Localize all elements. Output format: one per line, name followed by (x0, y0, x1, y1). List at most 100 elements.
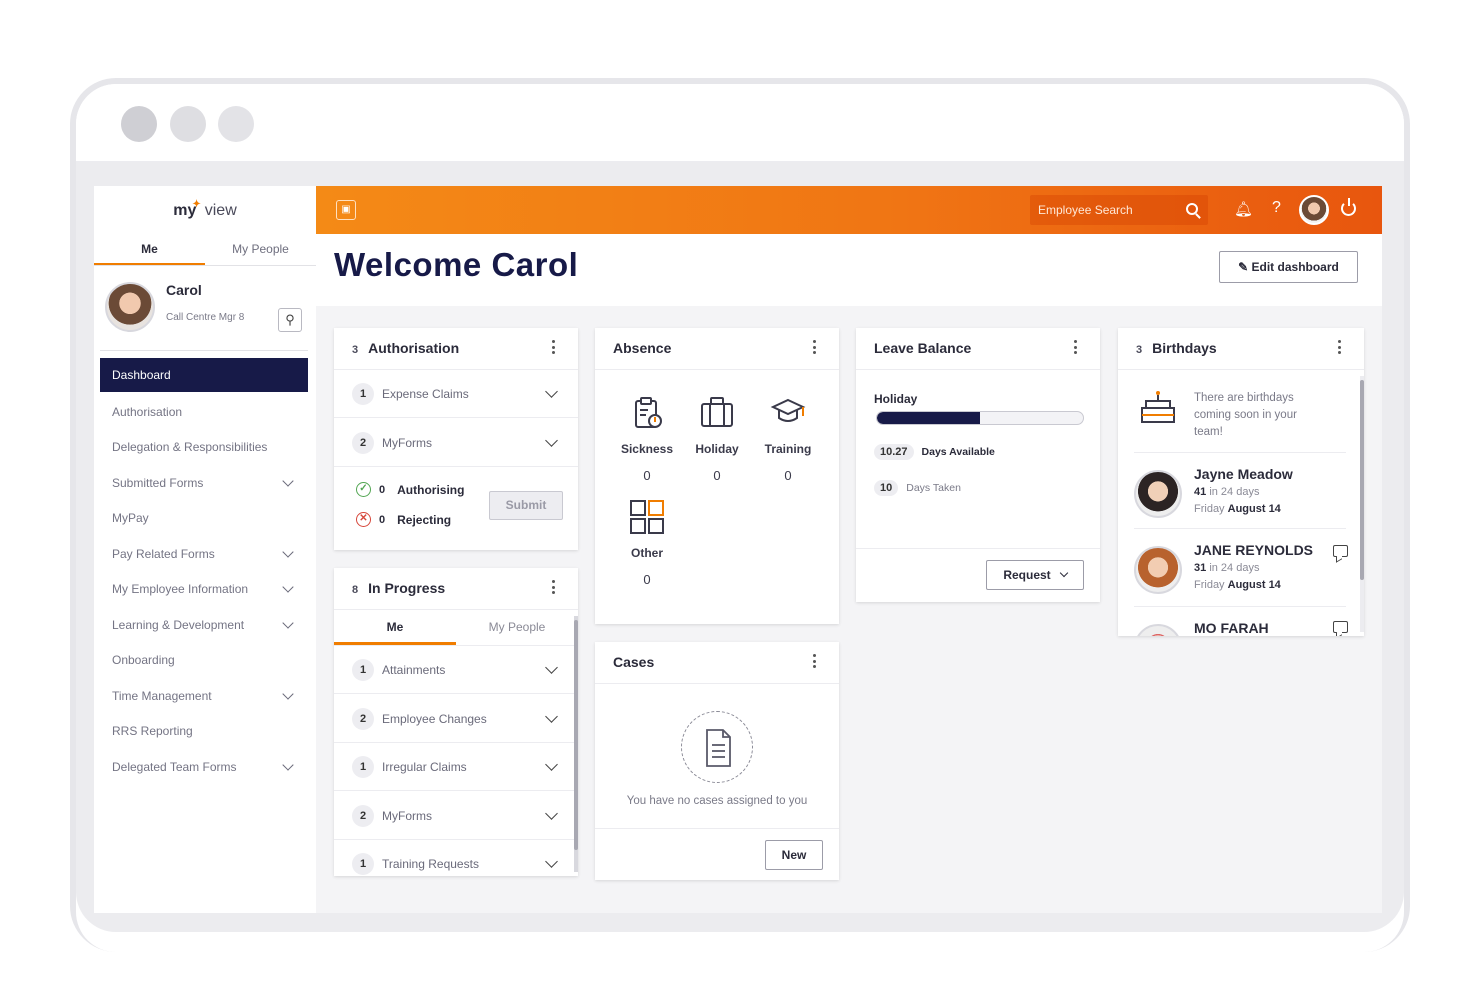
page-title: Welcome Carol (334, 246, 579, 283)
sidebar-tab-me[interactable]: Me (94, 240, 205, 266)
window-minimize-dot[interactable] (170, 106, 206, 142)
list-item[interactable]: 1 Expense Claims (334, 370, 578, 418)
item-label: Expense Claims (382, 386, 469, 401)
tab-my-people[interactable]: My People (456, 610, 578, 645)
kebab-menu-icon[interactable] (1338, 340, 1342, 356)
list-item[interactable]: 1 Training Requests (334, 840, 578, 876)
sidebar-item-employee-information[interactable]: My Employee Information (100, 572, 308, 608)
search-icon[interactable] (1186, 203, 1198, 215)
sidebar-item-time-management[interactable]: Time Management (100, 678, 308, 714)
window-close-dot[interactable] (121, 106, 157, 142)
submit-button[interactable]: Submit (489, 491, 563, 520)
sidebar-item-label: Delegated Team Forms (112, 759, 237, 774)
list-item[interactable]: 1 Attainments (334, 646, 578, 694)
edit-dashboard-label: Edit dashboard (1251, 260, 1339, 274)
list-item[interactable]: Jayne Meadow 41 in 24 days Friday August… (1134, 462, 1364, 534)
holiday-label: Holiday (874, 392, 918, 406)
kebab-menu-icon[interactable] (552, 340, 556, 356)
days-available: 10.27 Days Available (874, 444, 995, 460)
tab-me[interactable]: Me (334, 610, 456, 645)
absence-label: Holiday (695, 442, 739, 456)
sidebar-item-dashboard[interactable]: Dashboard (100, 358, 308, 392)
absence-holiday[interactable]: Holiday 0 (682, 394, 752, 483)
sidebar-tab-my-people[interactable]: My People (205, 240, 316, 266)
top-bar: ▣ 🔔︎ ? (316, 186, 1382, 234)
person-name: Jayne Meadow (1194, 466, 1293, 482)
kebab-menu-icon[interactable] (1074, 340, 1078, 356)
window-maximize-dot[interactable] (218, 106, 254, 142)
cases-card: Cases You have no cases assigned to you … (595, 642, 839, 880)
header-avatar[interactable] (1299, 195, 1329, 225)
chevron-down-icon (282, 475, 294, 487)
card-title: 3 Authorisation (352, 340, 460, 356)
chevron-down-icon[interactable] (545, 758, 558, 771)
kebab-menu-icon[interactable] (552, 580, 556, 596)
sidebar-item-delegated-team-forms[interactable]: Delegated Team Forms (100, 749, 308, 785)
item-count: 2 (352, 804, 374, 827)
sidebar-item-onboarding[interactable]: Onboarding (100, 643, 308, 679)
edit-dashboard-button[interactable]: ✎ Edit dashboard (1219, 251, 1358, 283)
org-chart-icon[interactable]: ⚲ (278, 308, 302, 332)
absence-other[interactable]: Other 0 (612, 498, 682, 587)
item-count: 1 (352, 658, 374, 681)
card-header: 3 Birthdays (1118, 328, 1364, 370)
birthdays-card: 3 Birthdays There are birthdays coming so… (1118, 328, 1364, 636)
item-label: Irregular Claims (382, 759, 467, 774)
sidebar-item-label: Dashboard (112, 368, 171, 382)
request-button[interactable]: Request (986, 560, 1084, 590)
sidebar-item-submitted-forms[interactable]: Submitted Forms (100, 465, 308, 501)
list-item[interactable]: MO FARAH (1134, 616, 1364, 636)
card-title: 3 Birthdays (1136, 340, 1217, 356)
card-header: Cases (595, 642, 839, 684)
avatar (1134, 470, 1182, 518)
search-input[interactable] (1030, 195, 1180, 225)
list-item[interactable]: 2 MyForms (334, 419, 578, 467)
chevron-down-icon[interactable] (545, 710, 558, 723)
sidebar-item-delegation[interactable]: Delegation & Responsibilities (100, 430, 308, 466)
chevron-down-icon[interactable] (545, 661, 558, 674)
message-icon[interactable] (1333, 621, 1348, 633)
person-name: MO FARAH (1194, 620, 1269, 636)
item-label: MyForms (382, 808, 432, 823)
card-header: Leave Balance (856, 328, 1100, 370)
scrollbar-thumb[interactable] (1360, 380, 1364, 580)
list-item[interactable]: 2 MyForms (334, 792, 578, 840)
sidebar-item-authorisation[interactable]: Authorisation (100, 394, 308, 430)
item-count: 2 (352, 431, 374, 454)
user-role: Call Centre Mgr 8 (166, 312, 245, 323)
kebab-menu-icon[interactable] (813, 340, 817, 356)
sidebar-item-rrs-reporting[interactable]: RRS Reporting (100, 714, 308, 750)
chevron-down-icon[interactable] (545, 385, 558, 398)
scrollbar-thumb[interactable] (574, 620, 578, 850)
absence-value: 0 (643, 572, 651, 587)
sidebar-item-label: Time Management (112, 688, 212, 703)
help-icon[interactable]: ? (1272, 199, 1281, 217)
list-divider (1134, 452, 1346, 453)
chevron-down-icon[interactable] (545, 434, 558, 447)
power-icon[interactable] (1341, 198, 1356, 216)
list-item[interactable]: JANE REYNOLDS 31 in 24 days Friday Augus… (1134, 538, 1364, 610)
sidebar-item-label: Delegation & Responsibilities (112, 440, 268, 455)
list-item[interactable]: 1 Irregular Claims (334, 743, 578, 791)
person-name: JANE REYNOLDS (1194, 542, 1314, 558)
sidebar-item-mypay[interactable]: MyPay (100, 501, 308, 537)
nav-divider (100, 350, 308, 351)
list-item[interactable]: 2 Employee Changes (334, 695, 578, 743)
chevron-down-icon[interactable] (545, 855, 558, 868)
absence-training[interactable]: Training 0 (753, 394, 823, 483)
chevron-down-icon[interactable] (545, 807, 558, 820)
window-titlebar (76, 84, 1404, 162)
new-case-button[interactable]: New (765, 840, 823, 870)
user-name: Carol (166, 282, 202, 298)
sidebar-item-pay-related-forms[interactable]: Pay Related Forms (100, 536, 308, 572)
message-icon[interactable] (1333, 545, 1348, 557)
sidebar-item-learning[interactable]: Learning & Development (100, 607, 308, 643)
kebab-menu-icon[interactable] (813, 654, 817, 670)
chevron-down-icon (1059, 568, 1068, 578)
card-footer-divider (595, 828, 839, 829)
menu-toggle-icon[interactable]: ▣ (336, 200, 356, 220)
authorisation-card: 3 Authorisation 1 Expense Claims 2 MyForm… (334, 328, 578, 550)
absence-sickness[interactable]: Sickness 0 (612, 394, 682, 483)
list-divider (1134, 606, 1346, 607)
bell-icon[interactable]: 🔔︎ (1234, 200, 1253, 218)
